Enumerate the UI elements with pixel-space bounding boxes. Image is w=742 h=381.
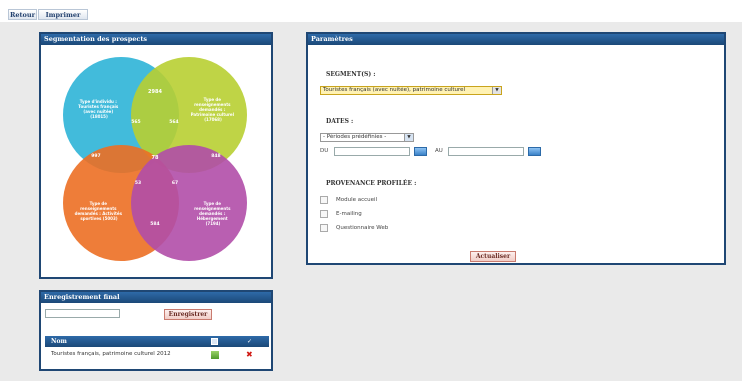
venn-count-right-bottom: 67: [172, 180, 178, 186]
check-column-icon: ✓: [247, 338, 253, 345]
date-to-input[interactable]: [448, 147, 524, 156]
final-record-title: Enregistrement final: [41, 292, 271, 303]
edit-column-icon: [211, 338, 218, 345]
date-from-input[interactable]: [334, 147, 410, 156]
option-questionnaire-web: Questionnaire Web: [336, 225, 389, 231]
venn-count-right: 848: [211, 153, 220, 159]
back-button[interactable]: Retour: [8, 9, 37, 20]
print-button[interactable]: Imprimer: [38, 9, 88, 20]
save-button[interactable]: Enregistrer: [164, 309, 212, 320]
venn-count-left-top: 565: [131, 119, 140, 125]
table-row: Touristes français, patrimoine culturel …: [45, 349, 269, 360]
venn-count-left: 997: [91, 153, 100, 159]
top-toolbar: Retour Imprimer: [0, 0, 742, 22]
venn-count-center: 78: [152, 155, 159, 161]
venn-count-top: 2984: [148, 89, 162, 95]
segment-select[interactable]: Touristes français (avec nuitée), patrim…: [320, 86, 502, 95]
records-table-header: Nom ✓: [45, 336, 269, 347]
venn-count-right-top: 564: [169, 119, 178, 125]
calendar-to-icon[interactable]: [528, 147, 541, 156]
checkbox-module-accueil[interactable]: [320, 196, 328, 204]
chevron-down-icon: ▼: [404, 134, 413, 141]
venn-count-bottom: 584: [150, 221, 159, 227]
provenance-label: PROVENANCE PROFILÉE :: [326, 180, 417, 187]
checkbox-emailing[interactable]: [320, 210, 328, 218]
update-button[interactable]: Actualiser: [470, 251, 516, 262]
segmentation-panel: Segmentation des prospects Type d'indivi…: [39, 32, 273, 279]
venn-diagram: Type d'individu : Touristes français (av…: [41, 45, 271, 277]
parameters-title: Paramètres: [308, 34, 724, 45]
record-name-cell: Touristes français, patrimoine culturel …: [51, 351, 171, 357]
option-module-accueil: Module accueil: [336, 197, 378, 203]
period-select-value: - Périodes prédéfinies -: [323, 134, 387, 140]
final-record-panel: Enregistrement final Enregistrer Nom ✓ T…: [39, 290, 273, 371]
option-emailing: E-mailing: [336, 211, 362, 217]
calendar-from-icon[interactable]: [414, 147, 427, 156]
period-select[interactable]: - Périodes prédéfinies - ▼: [320, 133, 414, 142]
segment-select-value: Touristes français (avec nuitée), patrim…: [323, 87, 466, 93]
parameters-panel: Paramètres SEGMENT(S) : Touristes frança…: [306, 32, 726, 265]
checkbox-questionnaire-web[interactable]: [320, 224, 328, 232]
delete-icon[interactable]: ✖: [246, 349, 253, 360]
date-from-label: DU: [320, 148, 329, 154]
segment-label: SEGMENT(S) :: [326, 71, 376, 78]
segmentation-title: Segmentation des prospects: [41, 34, 271, 45]
chevron-down-icon: ▼: [492, 87, 501, 94]
edit-icon[interactable]: [211, 351, 219, 359]
record-name-input[interactable]: [45, 309, 120, 318]
dates-label: DATES :: [326, 118, 354, 125]
column-name-header: Nom: [51, 338, 67, 345]
main-content: Segmentation des prospects Type d'indivi…: [0, 22, 742, 381]
date-to-label: AU: [435, 148, 443, 154]
venn-circle-lodging: [131, 145, 247, 261]
venn-count-left-bottom: 53: [135, 180, 141, 186]
